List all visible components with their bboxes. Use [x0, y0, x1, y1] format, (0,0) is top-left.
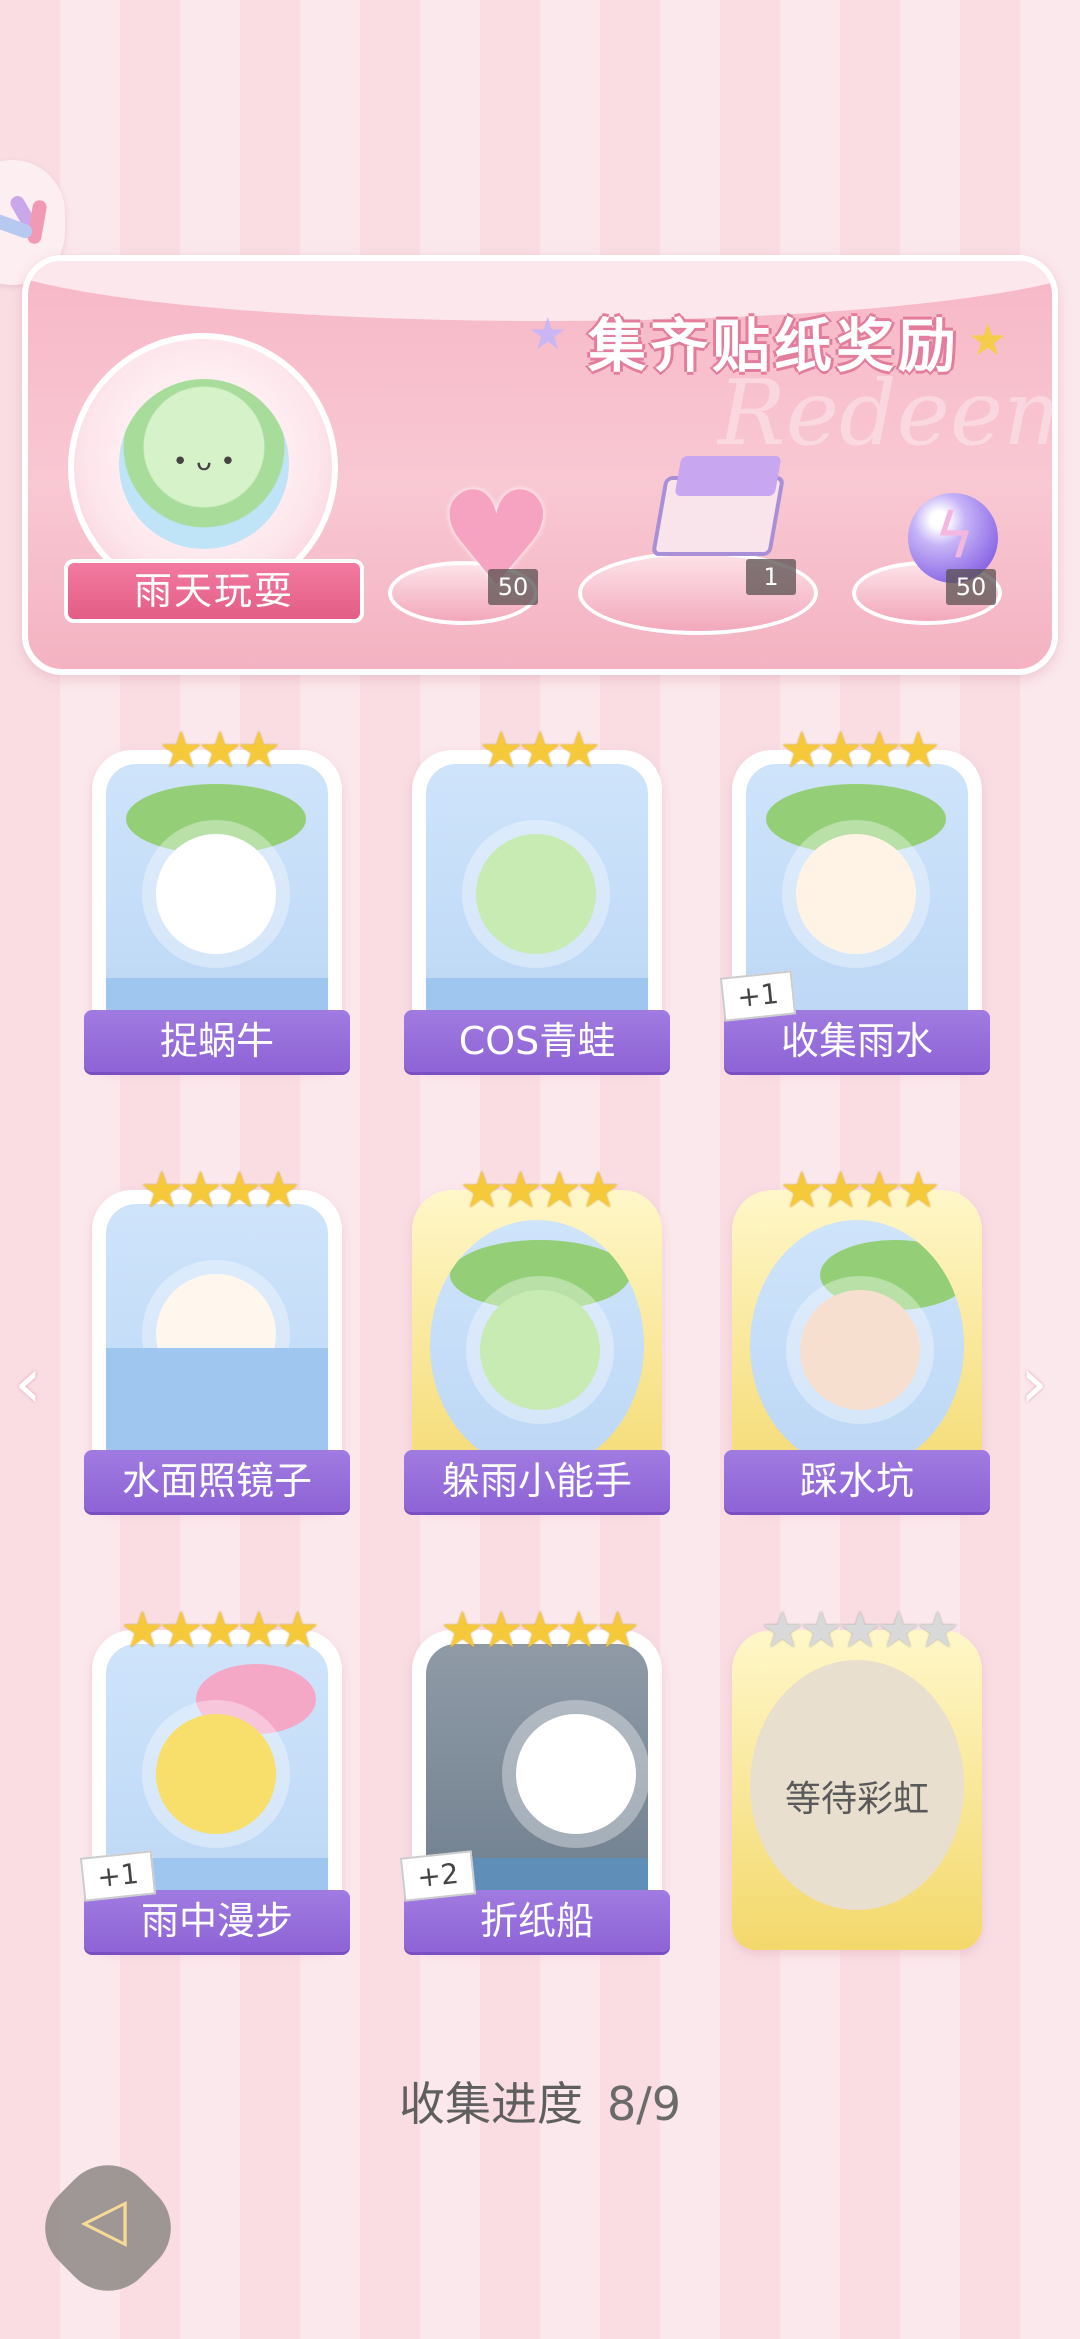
reward-count: 50 — [946, 569, 996, 605]
sticker-card[interactable]: ★★★ COS青蛙 — [404, 720, 670, 1072]
collection-progress: 收集进度 8/9 — [0, 2068, 1080, 2134]
sticker-card[interactable]: ★★★★ 水面照镜子 — [84, 1160, 350, 1512]
sticker-image-reflection — [106, 1204, 328, 1468]
gift-box-lid — [674, 456, 782, 496]
next-page-arrow-icon[interactable]: › — [1020, 1342, 1048, 1424]
duplicate-badge: +1 — [719, 970, 797, 1022]
sticker-name: 水面照镜子 — [84, 1450, 350, 1512]
star-rating: ★★★★ — [459, 1161, 620, 1219]
flower-icon-petal — [26, 199, 48, 245]
star-rating: ★★★★★ — [119, 1601, 320, 1659]
star-icon: ★ — [968, 315, 1008, 366]
star-rating: ★★★★ — [779, 1161, 940, 1219]
star-rating: ★★★★ — [139, 1161, 300, 1219]
theme-name-ribbon: 雨天玩耍 — [64, 559, 364, 623]
sticker-card[interactable]: ★★★★★ +2 折纸船 — [399, 1600, 670, 1952]
sticker-card[interactable]: ★★★★ 踩水坑 — [724, 1160, 990, 1512]
sticker-card[interactable]: ★★★★ 躲雨小能手 — [404, 1160, 670, 1512]
prev-page-arrow-icon[interactable]: ‹ — [14, 1342, 42, 1424]
star-rating: ★★★ — [158, 721, 281, 779]
sticker-name: 踩水坑 — [724, 1450, 990, 1512]
star-rating: ★★★ — [478, 721, 601, 779]
sticker-image-snail — [106, 764, 328, 1028]
star-rating: ★★★★★ — [439, 1601, 640, 1659]
star-rating: ★★★★ — [779, 721, 940, 779]
sticker-name: 收集雨水 — [724, 1010, 990, 1072]
reward-count: 1 — [746, 559, 796, 595]
star-rating-empty: ★★★★★ — [759, 1601, 960, 1659]
frog-costume-bunny-image — [119, 379, 289, 549]
back-arrow-icon: ◁ — [80, 2184, 127, 2255]
sticker-image-frog — [426, 764, 648, 1028]
back-button[interactable]: ◁ — [25, 2145, 191, 2311]
redeem-panel: Redeem ★ 集齐贴纸奖励 ★ 雨天玩耍 50 1 50 — [22, 255, 1058, 675]
sticker-name: 躲雨小能手 — [404, 1450, 670, 1512]
star-icon: ★ — [528, 309, 568, 360]
sticker-name: COS青蛙 — [404, 1010, 670, 1072]
progress-label: 收集进度 — [398, 2077, 583, 2131]
sticker-image-puddle-girl — [750, 1220, 964, 1470]
sticker-name: 捉蜗牛 — [84, 1010, 350, 1072]
sticker-name: 折纸船 — [404, 1890, 670, 1952]
duplicate-badge: +2 — [399, 1850, 477, 1902]
sticker-card-locked[interactable]: ★★★★★ 等待彩虹 — [732, 1600, 982, 1950]
progress-value: 8/9 — [606, 2077, 682, 2131]
sticker-name: 雨中漫步 — [84, 1890, 350, 1952]
sticker-name: 等待彩虹 — [784, 1779, 929, 1820]
sticker-card[interactable]: ★★★★★ +1 雨中漫步 — [79, 1600, 350, 1952]
duplicate-badge: +1 — [79, 1850, 157, 1902]
sticker-card[interactable]: ★★★★ +1 收集雨水 — [719, 720, 990, 1072]
reward-count: 50 — [488, 569, 538, 605]
panel-title: 集齐贴纸奖励 — [588, 312, 961, 380]
sticker-card[interactable]: ★★★ 捉蜗牛 — [84, 720, 350, 1072]
gift-box-icon[interactable] — [650, 456, 786, 566]
sticker-image-bunny-frog — [430, 1220, 644, 1470]
